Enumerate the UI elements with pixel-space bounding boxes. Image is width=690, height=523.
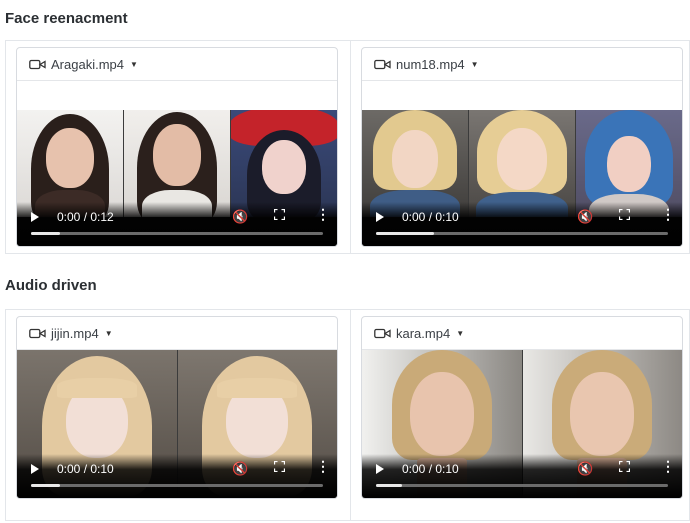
- video-frame-driving: [124, 110, 231, 217]
- file-name: jijin.mp4: [51, 325, 99, 341]
- more-options-icon[interactable]: ⋮: [661, 207, 675, 221]
- video-controls: 0:00 / 0:12 🔇 ⋮: [17, 202, 337, 246]
- grid-divider: [350, 310, 351, 520]
- time-display: 0:00 / 0:12: [57, 210, 114, 224]
- progress-track[interactable]: [376, 232, 668, 235]
- video-controls: 0:00 / 0:10 🔇 ⋮: [362, 454, 682, 498]
- muted-speaker-icon[interactable]: 🔇: [232, 461, 248, 477]
- video-player-kara[interactable]: 0:00 / 0:10 🔇 ⋮: [362, 350, 682, 498]
- more-options-icon[interactable]: ⋮: [316, 459, 330, 473]
- video-camera-icon: [374, 59, 391, 69]
- fullscreen-icon[interactable]: [619, 209, 630, 220]
- video-camera-icon: [29, 328, 46, 338]
- video-frame-driving: [469, 110, 576, 217]
- time-display: 0:00 / 0:10: [402, 210, 459, 224]
- progress-fill: [376, 484, 403, 487]
- section-title-audio-driven: Audio driven: [5, 277, 97, 294]
- play-icon[interactable]: [31, 464, 39, 474]
- play-icon[interactable]: [376, 464, 384, 474]
- video-card-jijin: jijin.mp4 ▼ 0:00 / 0:10 🔇 ⋮: [16, 316, 338, 499]
- video-controls: 0:00 / 0:10 🔇 ⋮: [17, 454, 337, 498]
- play-icon[interactable]: [376, 212, 384, 222]
- fullscreen-icon[interactable]: [274, 209, 285, 220]
- file-name: Aragaki.mp4: [51, 56, 124, 72]
- fullscreen-icon[interactable]: [274, 461, 285, 472]
- fullscreen-icon[interactable]: [619, 461, 630, 472]
- video-player-num18[interactable]: 0:00 / 0:10 🔇 ⋮: [362, 110, 682, 246]
- video-player-aragaki[interactable]: 0:00 / 0:12 🔇 ⋮: [17, 110, 337, 246]
- video-card-num18: num18.mp4 ▼ 0:00 / 0:10 🔇 ⋮: [361, 47, 683, 247]
- muted-speaker-icon[interactable]: 🔇: [232, 209, 248, 225]
- video-frame-source: [362, 110, 469, 217]
- video-card-kara: kara.mp4 ▼ 0:00 / 0:10 🔇 ⋮: [361, 316, 683, 499]
- audio-driven-grid: jijin.mp4 ▼ 0:00 / 0:10 🔇 ⋮ kara.mp4 ▼ 0…: [5, 309, 690, 521]
- progress-track[interactable]: [31, 484, 323, 487]
- video-controls: 0:00 / 0:10 🔇 ⋮: [362, 202, 682, 246]
- file-selector-num18[interactable]: num18.mp4 ▼: [362, 48, 682, 81]
- video-frame-source: [17, 110, 124, 217]
- progress-track[interactable]: [376, 484, 668, 487]
- video-player-jijin[interactable]: 0:00 / 0:10 🔇 ⋮: [17, 350, 337, 498]
- caret-down-icon: ▼: [129, 59, 138, 69]
- progress-fill: [31, 484, 61, 487]
- time-display: 0:00 / 0:10: [402, 462, 459, 476]
- video-frame-result: [231, 110, 337, 217]
- muted-speaker-icon[interactable]: 🔇: [577, 209, 593, 225]
- file-selector-jijin[interactable]: jijin.mp4 ▼: [17, 317, 337, 350]
- progress-fill: [31, 232, 61, 235]
- caret-down-icon: ▼: [456, 328, 465, 338]
- grid-divider: [350, 41, 351, 253]
- file-name: kara.mp4: [396, 325, 451, 341]
- play-icon[interactable]: [31, 212, 39, 222]
- more-options-icon[interactable]: ⋮: [661, 459, 675, 473]
- time-display: 0:00 / 0:10: [57, 462, 114, 476]
- more-options-icon[interactable]: ⋮: [316, 207, 330, 221]
- progress-track[interactable]: [31, 232, 323, 235]
- caret-down-icon: ▼: [104, 328, 113, 338]
- muted-speaker-icon[interactable]: 🔇: [577, 461, 593, 477]
- file-selector-aragaki[interactable]: Aragaki.mp4 ▼: [17, 48, 337, 81]
- caret-down-icon: ▼: [470, 59, 479, 69]
- video-camera-icon: [374, 328, 391, 338]
- file-name: num18.mp4: [396, 56, 465, 72]
- video-card-aragaki: Aragaki.mp4 ▼ 0:00 / 0:12 🔇 ⋮: [16, 47, 338, 247]
- face-reenactment-grid: Aragaki.mp4 ▼ 0:00 / 0:12 🔇 ⋮ num18.mp4 …: [5, 40, 690, 254]
- file-selector-kara[interactable]: kara.mp4 ▼: [362, 317, 682, 350]
- section-title-face-reenactment: Face reenacment: [5, 10, 128, 27]
- video-frame-result: [576, 110, 682, 217]
- progress-fill: [376, 232, 435, 235]
- video-camera-icon: [29, 59, 46, 69]
